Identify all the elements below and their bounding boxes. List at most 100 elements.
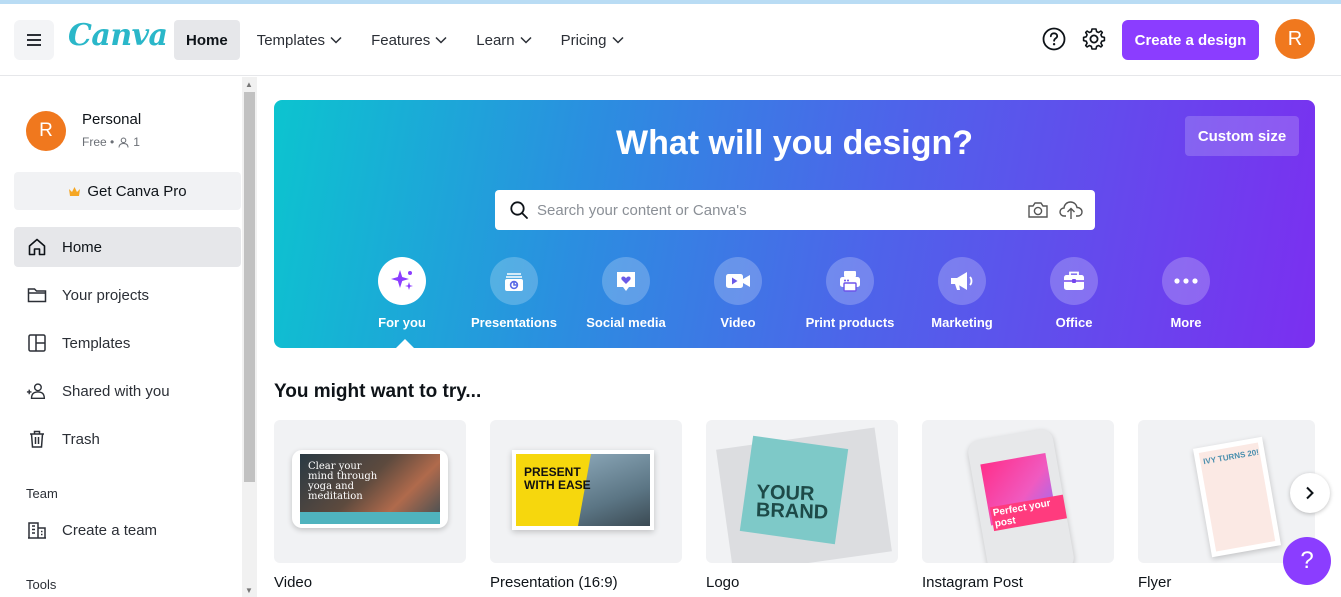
video-icon xyxy=(714,257,762,305)
member-count: 1 xyxy=(133,135,140,149)
templates-icon xyxy=(26,332,48,354)
account-name: Personal xyxy=(82,111,142,128)
nav-features[interactable]: Features xyxy=(359,20,459,60)
category-video[interactable]: Video xyxy=(682,257,794,337)
menu-button[interactable] xyxy=(14,20,54,60)
get-canva-pro-button[interactable]: Get Canva Pro xyxy=(14,172,241,210)
presentation-icon xyxy=(490,257,538,305)
thumbnail-text: YOUR BRAND xyxy=(755,481,829,524)
sidebar-item-label: Templates xyxy=(62,334,131,352)
folder-icon xyxy=(26,284,48,306)
category-office[interactable]: Office xyxy=(1018,257,1130,337)
logo-thumbnail: YOUR BRAND xyxy=(739,435,849,545)
sidebar-item-projects[interactable]: Your projects xyxy=(14,275,241,315)
category-presentations[interactable]: Presentations xyxy=(458,257,570,337)
sidebar-item-label: Create a team xyxy=(62,521,158,539)
create-design-button[interactable]: Create a design xyxy=(1122,20,1259,60)
flyer-thumbnail: IVY TURNS 20! xyxy=(1192,436,1282,558)
more-icon xyxy=(1162,257,1210,305)
thumbnail-text: Clear your mind through yoga and meditat… xyxy=(308,461,378,502)
suggestion-card-logo[interactable]: YOUR BRAND xyxy=(706,420,898,563)
suggestion-card-instagram[interactable]: Perfect your post xyxy=(922,420,1114,563)
category-for-you[interactable]: For you xyxy=(346,257,458,337)
suggestion-card-video[interactable]: Clear your mind through yoga and meditat… xyxy=(274,420,466,563)
help-icon[interactable] xyxy=(1041,26,1067,52)
upload-cloud-icon[interactable] xyxy=(1059,199,1083,221)
suggestion-card-flyer[interactable]: IVY TURNS 20! xyxy=(1138,420,1315,563)
card-label[interactable]: Video xyxy=(274,574,312,591)
category-print-products[interactable]: Print products xyxy=(794,257,906,337)
category-social-media[interactable]: Social media xyxy=(570,257,682,337)
heart-chat-icon xyxy=(602,257,650,305)
megaphone-icon xyxy=(938,257,986,305)
sparkle-icon xyxy=(378,257,426,305)
create-team-button[interactable]: Create a team xyxy=(14,510,241,550)
user-avatar[interactable]: R xyxy=(1275,19,1315,59)
nav-pricing[interactable]: Pricing xyxy=(549,20,636,60)
category-label: Marketing xyxy=(931,315,993,330)
hero-title: What will you design? xyxy=(616,124,973,162)
category-label: Print products xyxy=(805,315,895,330)
carousel-next-button[interactable] xyxy=(1290,473,1330,513)
chevron-right-icon xyxy=(1306,486,1314,500)
sidebar-item-label: Home xyxy=(62,238,103,256)
nav-learn[interactable]: Learn xyxy=(464,20,543,60)
section-title: You might want to try... xyxy=(274,381,482,402)
card-label[interactable]: Logo xyxy=(706,574,739,591)
team-heading: Team xyxy=(26,486,58,501)
card-label[interactable]: Instagram Post xyxy=(922,574,1023,591)
nav-label: Features xyxy=(371,31,431,49)
scroll-up-arrow-icon[interactable]: ▲ xyxy=(245,80,253,89)
selected-category-indicator xyxy=(396,339,414,348)
category-label: For you xyxy=(378,315,426,330)
sidebar-item-shared[interactable]: Shared with you xyxy=(14,371,241,411)
category-more[interactable]: More xyxy=(1130,257,1242,337)
sidebar-scroll-thumb[interactable] xyxy=(244,92,255,482)
crown-icon xyxy=(69,186,81,196)
printer-icon xyxy=(826,257,874,305)
instagram-thumbnail: Perfect your post xyxy=(966,427,1076,563)
card-label[interactable]: Presentation (16:9) xyxy=(490,574,618,591)
category-label: Social media xyxy=(586,315,666,330)
person-icon xyxy=(118,137,129,148)
scroll-down-arrow-icon[interactable]: ▼ xyxy=(245,586,253,595)
category-marketing[interactable]: Marketing xyxy=(906,257,1018,337)
gear-icon[interactable] xyxy=(1081,26,1107,52)
sidebar-item-trash[interactable]: Trash xyxy=(14,419,241,459)
nav-label: Pricing xyxy=(560,31,607,49)
chevron-down-icon xyxy=(611,36,624,44)
home-icon xyxy=(26,236,48,258)
nav-templates[interactable]: Templates xyxy=(245,20,354,60)
nav-label: Home xyxy=(186,31,228,49)
main-nav: Home Templates Features Learn Pricing xyxy=(174,20,641,60)
sidebar-item-templates[interactable]: Templates xyxy=(14,323,241,363)
account-avatar: R xyxy=(26,111,66,151)
account-plan: Free • 1 xyxy=(82,135,140,149)
help-fab-button[interactable]: ? xyxy=(1283,537,1331,585)
camera-icon[interactable] xyxy=(1027,200,1049,220)
plan-label: Free • xyxy=(82,135,115,149)
suggestion-card-presentation[interactable]: PRESENT WITH EASE xyxy=(490,420,682,563)
canva-logo[interactable]: Canva xyxy=(68,18,168,53)
hamburger-icon xyxy=(27,34,41,46)
design-hero-banner: What will you design? Custom size For yo… xyxy=(274,100,1315,348)
video-thumbnail: Clear your mind through yoga and meditat… xyxy=(292,450,448,528)
thumbnail-text: PRESENT WITH EASE xyxy=(524,465,591,492)
briefcase-icon xyxy=(1050,257,1098,305)
presentation-thumbnail: PRESENT WITH EASE xyxy=(512,450,654,530)
card-label[interactable]: Flyer xyxy=(1138,574,1171,591)
custom-size-button[interactable]: Custom size xyxy=(1185,116,1299,156)
shared-icon xyxy=(26,380,48,402)
category-label: Presentations xyxy=(471,315,557,330)
search-input[interactable] xyxy=(537,190,1017,230)
category-label: Video xyxy=(720,315,756,330)
thumbnail-bar xyxy=(300,512,440,524)
nav-home[interactable]: Home xyxy=(174,20,240,60)
sidebar-item-label: Shared with you xyxy=(62,382,170,400)
category-label: More xyxy=(1170,315,1202,330)
category-row: For you Presentations Social media Video… xyxy=(346,257,1242,337)
search-bar[interactable] xyxy=(495,190,1095,230)
top-header: Canva Home Templates Features Learn Pric… xyxy=(0,4,1341,76)
chevron-down-icon xyxy=(435,36,447,44)
sidebar-item-home[interactable]: Home xyxy=(14,227,241,267)
